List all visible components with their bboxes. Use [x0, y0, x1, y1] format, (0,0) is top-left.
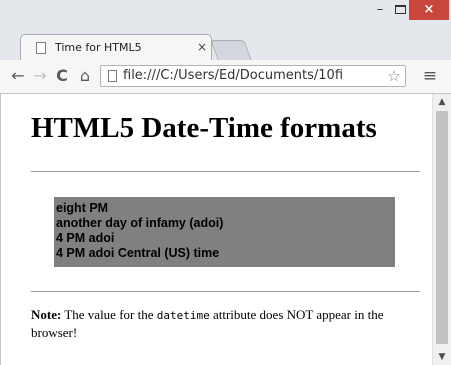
page-content: HTML5 Date-Time formats eight PM another…	[0, 94, 432, 365]
new-tab-button[interactable]	[210, 40, 252, 60]
page-title: HTML5 Date-Time formats	[31, 112, 377, 144]
home-icon[interactable]: ⌂	[75, 66, 95, 86]
note-label: Note:	[31, 307, 62, 322]
horizontal-rule	[31, 171, 420, 172]
tab-close-icon[interactable]: ×	[197, 40, 207, 54]
url-text[interactable]: file:///C:/Users/Ed/Documents/10fi	[123, 68, 343, 83]
maximize-button[interactable]	[395, 5, 406, 14]
back-arrow-icon[interactable]: ←	[8, 66, 28, 86]
browser-toolbar: ← → C ⌂ file:///C:/Users/Ed/Documents/10…	[0, 60, 451, 94]
note-paragraph: Note: The value for the datetime attribu…	[31, 306, 426, 341]
browser-window: Time for HTML5 × – × ← → C ⌂ file:///C:/…	[0, 0, 451, 365]
page-icon	[108, 70, 117, 82]
page-icon	[36, 42, 46, 54]
time-item: 4 PM adoi	[56, 231, 115, 245]
minimize-button[interactable]: –	[370, 2, 390, 20]
tab-title: Time for HTML5	[55, 41, 142, 54]
bookmark-star-icon[interactable]: ☆	[385, 66, 403, 86]
time-item: another day of infamy (adoi)	[56, 216, 224, 230]
menu-icon[interactable]: ≡	[420, 66, 440, 86]
close-window-button[interactable]: ×	[409, 0, 449, 20]
time-list-box: eight PM another day of infamy (adoi) 4 …	[54, 197, 395, 267]
vertical-scrollbar[interactable]: ▲ ▼	[432, 94, 451, 365]
reload-icon[interactable]: C	[52, 66, 72, 86]
scroll-thumb[interactable]	[436, 111, 448, 344]
time-item: eight PM	[56, 201, 109, 215]
forward-arrow-icon[interactable]: →	[30, 66, 50, 86]
scroll-up-arrow-icon[interactable]: ▲	[433, 94, 451, 110]
browser-tab[interactable]: Time for HTML5 ×	[20, 34, 212, 60]
time-item: 4 PM adoi Central (US) time	[56, 246, 220, 260]
address-bar[interactable]: file:///C:/Users/Ed/Documents/10fi ☆	[100, 65, 406, 87]
title-bar: Time for HTML5 × – ×	[0, 0, 451, 61]
note-code: datetime	[156, 309, 210, 322]
scroll-down-arrow-icon[interactable]: ▼	[433, 349, 451, 365]
note-text-pre: The value for the	[61, 307, 157, 322]
horizontal-rule	[31, 291, 420, 292]
